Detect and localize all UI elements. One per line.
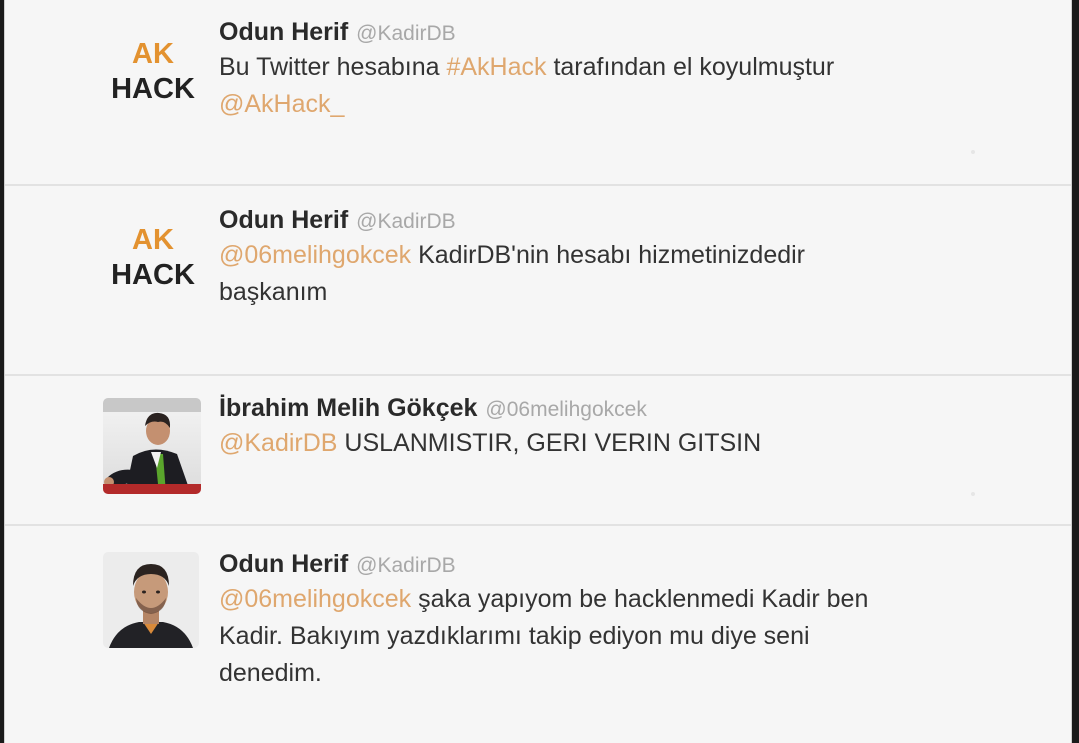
divider-dot (971, 150, 975, 154)
mention-link[interactable]: @06melihgokcek (219, 585, 411, 613)
tweet-item[interactable]: AK HACK Odun Herif @KadirDB @06melihgokce… (5, 186, 1071, 376)
tweet-text: @06melihgokcek KadirDB'nin hesabı hizmet… (219, 237, 1031, 311)
tweet-header: Odun Herif @KadirDB (219, 550, 1031, 579)
tweet-content: Odun Herif @KadirDB @06melihgokcek KadirD… (219, 206, 1031, 311)
tweet-text-part: Bu Twitter hesabına (219, 53, 447, 81)
young-man-avatar[interactable] (103, 552, 199, 648)
author-handle[interactable]: @06melihgokcek (485, 398, 646, 421)
tweet-item[interactable]: AK HACK Odun Herif @KadirDB Bu Twitter he… (5, 0, 1071, 186)
hashtag-link[interactable]: #AkHack (446, 53, 546, 81)
author-handle[interactable]: @KadirDB (356, 210, 456, 233)
avatar-hack-text: HACK (111, 73, 195, 105)
tweet-timeline: AK HACK Odun Herif @KadirDB Bu Twitter he… (4, 0, 1072, 743)
mention-link[interactable]: @06melihgokcek (219, 241, 411, 269)
tweet-content: Odun Herif @KadirDB Bu Twitter hesabına #… (219, 18, 1031, 123)
tweet-header: Odun Herif @KadirDB (219, 18, 1031, 47)
tweet-header: Odun Herif @KadirDB (219, 206, 1031, 235)
akhack-avatar[interactable]: AK HACK (103, 208, 203, 308)
author-handle[interactable]: @KadirDB (356, 554, 456, 577)
tweet-text: Bu Twitter hesabına #AkHack tarafından e… (219, 49, 1031, 123)
tweet-item[interactable]: İbrahim Melih Gökçek @06melihgokcek @Kadi… (5, 376, 1071, 526)
author-handle[interactable]: @KadirDB (356, 22, 456, 45)
mention-link[interactable]: @AkHack_ (219, 90, 344, 118)
tweet-text-part: Kadir. Bakıyım yazdıklarımı takip ediyon… (219, 622, 810, 650)
tweet-text-part: şaka yapıyom be hacklenmedi Kadir ben (411, 585, 869, 613)
divider-dot (971, 492, 975, 496)
author-name[interactable]: İbrahim Melih Gökçek (219, 394, 477, 422)
avatar-ak-text: AK (132, 224, 174, 257)
tweet-text-part: başkanım (219, 278, 328, 306)
author-name[interactable]: Odun Herif (219, 18, 348, 46)
politician-photo-icon (103, 398, 201, 494)
tweet-text-part: denedim. (219, 659, 322, 687)
avatar-ak-text: AK (132, 38, 174, 71)
author-name[interactable]: Odun Herif (219, 206, 348, 234)
tweet-text: @KadirDB USLANMISTIR, GERI VERIN GITSIN (219, 425, 1031, 462)
mention-link[interactable]: @KadirDB (219, 429, 337, 457)
politician-avatar[interactable] (103, 398, 201, 494)
tweet-text-part: tarafından el koyulmuştur (546, 53, 835, 81)
tweet-header: İbrahim Melih Gökçek @06melihgokcek (219, 394, 1031, 423)
author-name[interactable]: Odun Herif (219, 550, 348, 578)
tweet-content: İbrahim Melih Gökçek @06melihgokcek @Kadi… (219, 394, 1031, 462)
young-man-photo-icon (103, 552, 199, 648)
tweet-item[interactable]: Odun Herif @KadirDB @06melihgokcek şaka y… (5, 526, 1071, 743)
akhack-avatar[interactable]: AK HACK (103, 22, 203, 122)
tweet-text: @06melihgokcek şaka yapıyom be hacklenme… (219, 581, 1031, 692)
tweet-text-part: KadirDB'nin hesabı hizmetinizdedir (411, 241, 806, 269)
tweet-content: Odun Herif @KadirDB @06melihgokcek şaka y… (219, 550, 1031, 692)
avatar-hack-text: HACK (111, 259, 195, 291)
tweet-text-part: USLANMISTIR, GERI VERIN GITSIN (337, 429, 762, 457)
